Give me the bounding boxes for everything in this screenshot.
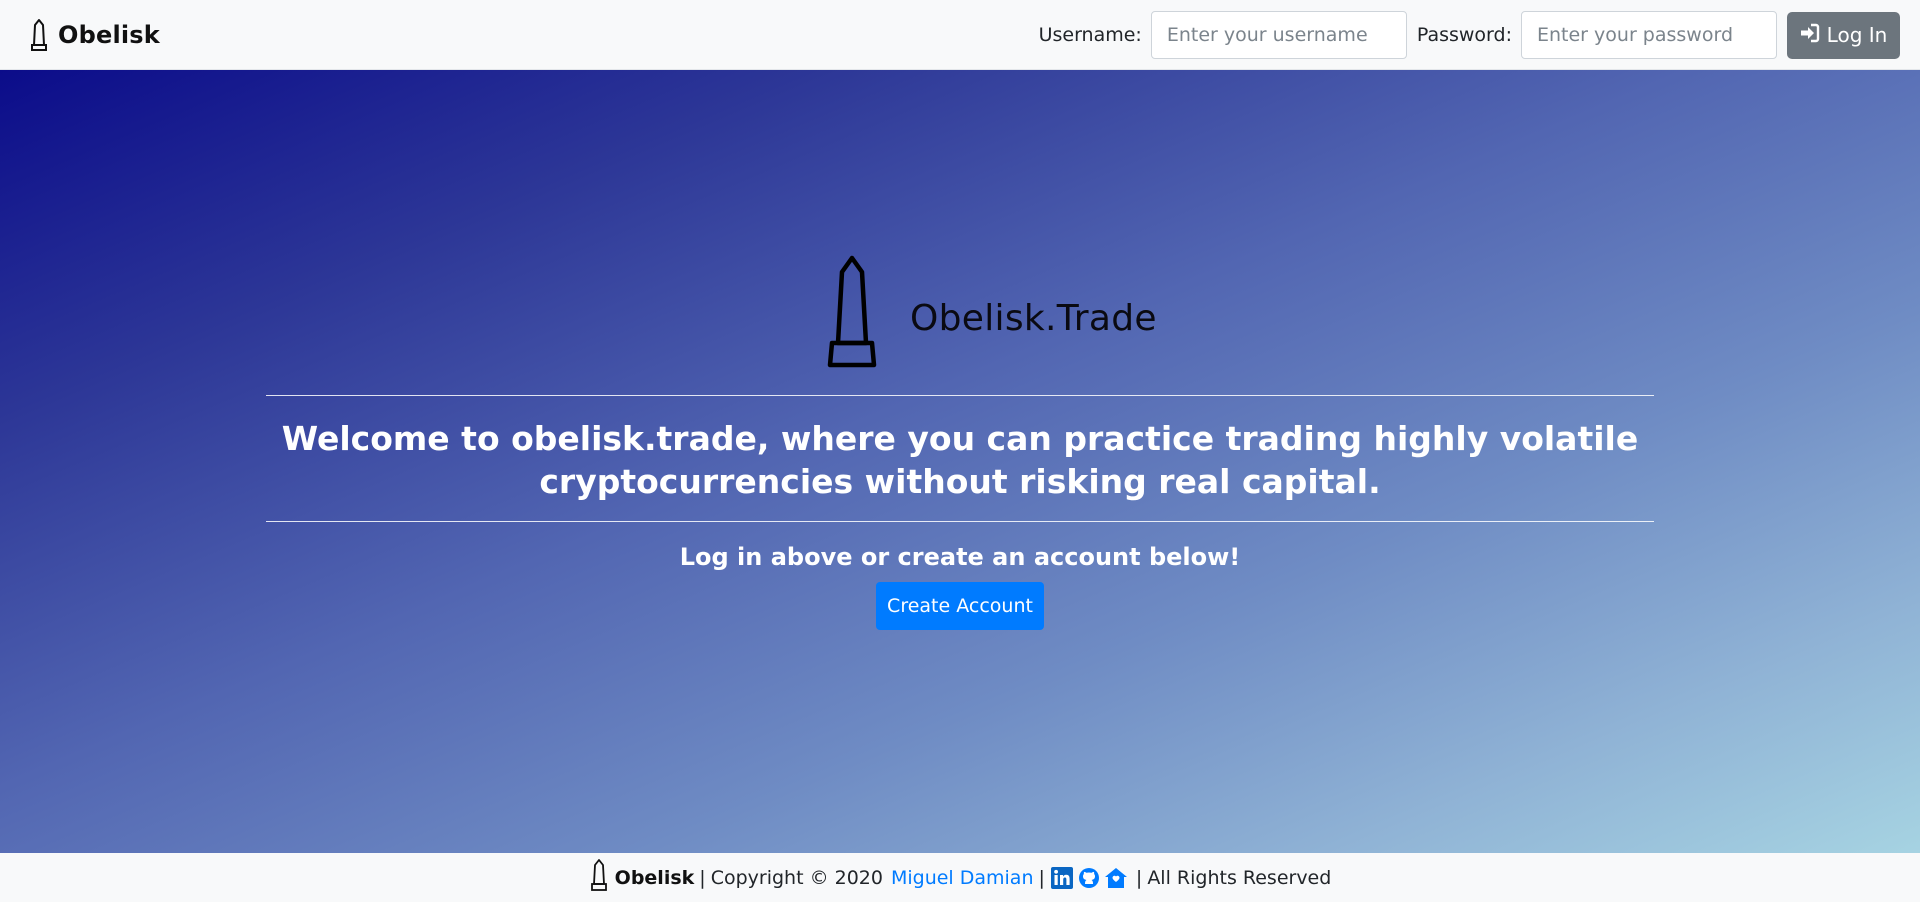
separator: | <box>1038 866 1045 889</box>
login-button-label: Log In <box>1826 23 1888 47</box>
copyright-text: Copyright © 2020 <box>710 866 883 889</box>
rights-text: All Rights Reserved <box>1147 866 1332 889</box>
username-input[interactable] <box>1150 11 1407 59</box>
brand-name: Obelisk <box>58 20 160 49</box>
create-account-button[interactable]: Create Account <box>876 582 1044 630</box>
top-navbar: Obelisk Username: Password: Log In <box>0 0 1920 70</box>
sign-in-icon <box>1800 23 1820 48</box>
welcome-message: Welcome to obelisk.trade, where you can … <box>266 417 1654 503</box>
password-input[interactable] <box>1521 11 1777 59</box>
separator: | <box>1135 866 1143 889</box>
hero-logo-row: Obelisk.Trade <box>820 255 1157 371</box>
password-label: Password: <box>1416 24 1512 46</box>
footer-brand-name: Obelisk <box>614 866 695 889</box>
obelisk-icon <box>589 858 609 897</box>
linkedin-icon[interactable] <box>1050 866 1074 890</box>
welcome-line-1: Welcome to obelisk.trade, where you can … <box>281 419 1639 458</box>
login-prompt: Log in above or create an account below! <box>679 543 1241 571</box>
login-form: Username: Password: Log In <box>1039 11 1900 59</box>
separator: | <box>699 866 706 889</box>
welcome-line-2: cryptocurrencies without risking real ca… <box>539 462 1381 501</box>
author-link[interactable]: Miguel Damian <box>891 867 1034 889</box>
home-icon[interactable] <box>1104 866 1128 890</box>
page-footer: Obelisk | Copyright © 2020 Miguel Damian… <box>0 853 1920 902</box>
github-icon[interactable] <box>1077 866 1101 890</box>
login-button[interactable]: Log In <box>1787 11 1900 59</box>
username-label: Username: <box>1038 24 1142 46</box>
obelisk-icon <box>820 255 884 371</box>
navbar-brand[interactable]: Obelisk <box>28 18 160 52</box>
obelisk-icon <box>28 18 50 52</box>
divider-bottom <box>266 521 1654 522</box>
hero-title: Obelisk.Trade <box>910 297 1157 339</box>
hero-section: Obelisk.Trade Welcome to obelisk.trade, … <box>0 70 1920 853</box>
divider-top <box>266 395 1654 396</box>
footer-brand: Obelisk <box>589 858 695 897</box>
